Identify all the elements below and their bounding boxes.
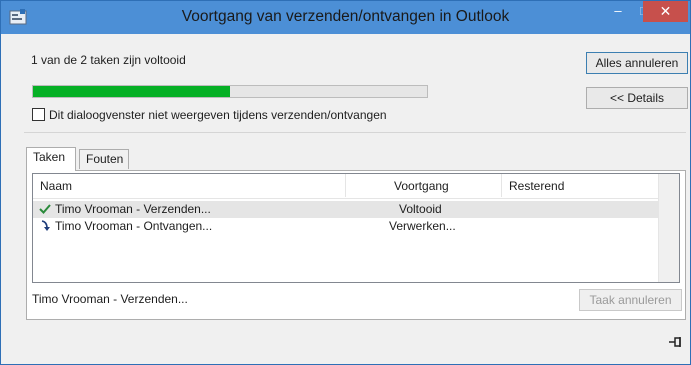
- window-title: Voortgang van verzenden/ontvangen in Out…: [181, 8, 510, 25]
- minimize-button[interactable]: –: [605, 1, 631, 22]
- receive-arrow-icon: [41, 220, 50, 231]
- summary-text: 1 van de 2 taken zijn voltooid: [31, 53, 186, 67]
- column-header-naam[interactable]: Naam: [40, 179, 72, 193]
- list-header: Naam Voortgang Resterend: [33, 174, 659, 199]
- dialog-window: Voortgang van verzenden/ontvangen in Out…: [0, 0, 691, 365]
- checkmark-icon: [39, 204, 51, 214]
- current-task-status: Timo Vrooman - Verzenden...: [32, 292, 188, 306]
- close-button[interactable]: ✕: [643, 1, 688, 22]
- task-progress: Voltooid: [399, 202, 442, 216]
- progress-bar: [32, 85, 428, 98]
- tab-fouten[interactable]: Fouten: [79, 149, 129, 169]
- progress-fill: [33, 86, 230, 97]
- title-bar[interactable]: Voortgang van verzenden/ontvangen in Out…: [1, 1, 690, 34]
- dont-show-checkbox[interactable]: [32, 108, 45, 121]
- separator: [24, 132, 686, 133]
- cancel-task-button[interactable]: Taak annuleren: [579, 289, 682, 311]
- column-header-voortgang[interactable]: Voortgang: [394, 179, 449, 193]
- task-name: Timo Vrooman - Verzenden...: [55, 202, 211, 216]
- table-row[interactable]: Timo Vrooman - Verzenden... Voltooid: [33, 201, 659, 218]
- details-button[interactable]: << Details: [586, 87, 688, 109]
- dont-show-label[interactable]: Dit dialoogvenster niet weergeven tijden…: [49, 108, 387, 122]
- pin-icon[interactable]: [667, 335, 683, 349]
- column-header-resterend[interactable]: Resterend: [509, 179, 564, 193]
- cancel-all-button[interactable]: Alles annuleren: [586, 52, 688, 74]
- column-divider[interactable]: [501, 174, 502, 197]
- task-name: Timo Vrooman - Ontvangen...: [55, 219, 213, 233]
- tab-taken[interactable]: Taken: [26, 147, 76, 171]
- list-scrollbar[interactable]: [658, 174, 679, 282]
- column-divider[interactable]: [345, 174, 346, 197]
- task-list[interactable]: Naam Voortgang Resterend Timo Vrooman - …: [32, 173, 680, 283]
- task-progress: Verwerken...: [389, 219, 456, 233]
- table-row[interactable]: Timo Vrooman - Ontvangen... Verwerken...: [33, 218, 659, 235]
